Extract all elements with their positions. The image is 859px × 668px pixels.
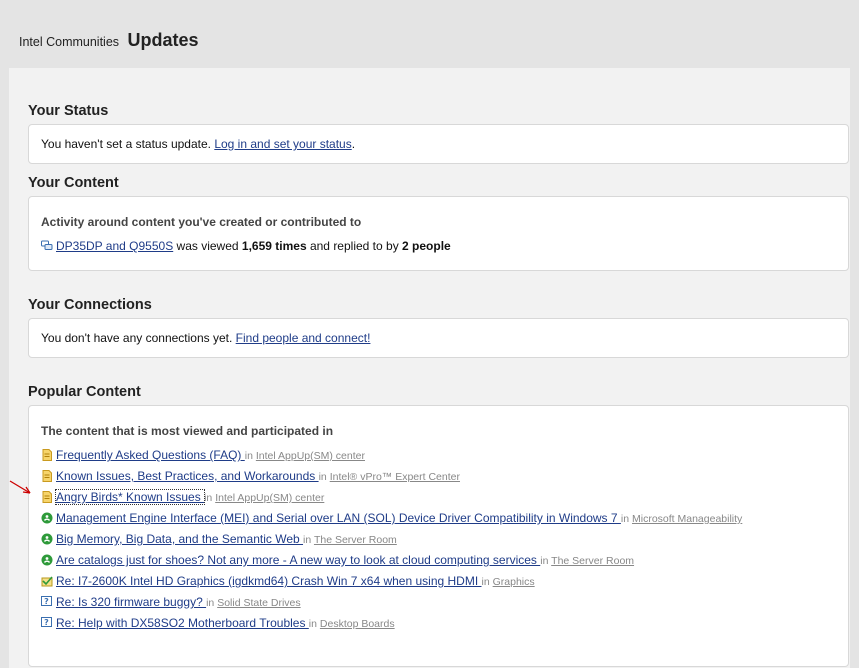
blog-icon <box>41 512 53 524</box>
popular-box: The content that is most viewed and part… <box>28 405 849 667</box>
content-box: Activity around content you've created o… <box>28 196 849 271</box>
content-views: 1,659 times <box>241 239 307 253</box>
main-panel: Your Status You haven't set a status upd… <box>9 68 850 668</box>
popular-subheading: The content that is most viewed and part… <box>41 424 334 438</box>
annotation-arrow-icon <box>9 480 31 494</box>
list-item: Are catalogs just for shoes? Not any mor… <box>41 552 634 568</box>
list-item: Frequently Asked Questions (FAQ) in Inte… <box>41 447 365 463</box>
site-name[interactable]: Intel Communities <box>19 35 119 49</box>
document-icon <box>41 470 53 482</box>
place-link[interactable]: Intel AppUp(SM) center <box>256 450 365 462</box>
place-link[interactable]: Microsoft Manageability <box>632 513 742 525</box>
popular-heading: Popular Content <box>28 384 141 400</box>
popular-item-place: in The Server Room <box>303 534 397 546</box>
list-item: Management Engine Interface (MEI) and Se… <box>41 510 742 526</box>
status-heading: Your Status <box>28 103 109 119</box>
popular-item-place: in Solid State Drives <box>206 597 301 609</box>
popular-item-link[interactable]: Known Issues, Best Practices, and Workar… <box>56 469 319 483</box>
blog-icon <box>41 533 53 545</box>
content-heading: Your Content <box>28 175 119 191</box>
content-subheading: Activity around content you've created o… <box>41 215 362 229</box>
list-item: ? Re: Help with DX58SO2 Motherboard Troub… <box>41 615 395 631</box>
popular-item-place: in Graphics <box>481 576 535 588</box>
popular-item-place: in Intel AppUp(SM) center <box>244 450 365 462</box>
popular-item-link[interactable]: Frequently Asked Questions (FAQ) <box>56 448 245 462</box>
connections-heading: Your Connections <box>28 297 152 313</box>
content-item-link[interactable]: DP35DP and Q9550S <box>56 239 173 253</box>
connections-text: You don't have any connections yet. <box>41 331 236 345</box>
document-icon <box>41 491 53 503</box>
status-suffix: . <box>351 137 356 151</box>
discussion-icon <box>41 240 53 252</box>
find-people-link[interactable]: Find people and connect! <box>236 331 371 345</box>
status-text: You haven't set a status update. <box>41 137 215 151</box>
popular-item-place: in Desktop Boards <box>308 618 395 630</box>
popular-item-link[interactable]: Big Memory, Big Data, and the Semantic W… <box>56 532 303 546</box>
content-item: DP35DP and Q9550S was viewed 1,659 times… <box>41 239 451 253</box>
list-item: ? Re: Is 320 firmware buggy? in Solid Sta… <box>41 594 301 610</box>
popular-item-link[interactable]: Re: Is 320 firmware buggy? <box>56 595 206 609</box>
place-link[interactable]: The Server Room <box>314 534 397 546</box>
place-link[interactable]: Solid State Drives <box>217 597 300 609</box>
question-icon: ? <box>41 617 53 629</box>
content-people: 2 people <box>402 239 451 253</box>
page-title: Updates <box>127 30 199 50</box>
content-item-text1: was viewed <box>173 239 242 253</box>
place-link[interactable]: The Server Room <box>551 555 634 567</box>
popular-item-link[interactable]: Are catalogs just for shoes? Not any mor… <box>56 553 540 567</box>
popular-item-link[interactable]: Management Engine Interface (MEI) and Se… <box>56 511 621 525</box>
list-item: Big Memory, Big Data, and the Semantic W… <box>41 531 397 547</box>
connections-line: You don't have any connections yet. Find… <box>41 331 370 345</box>
answered-question-icon <box>41 575 53 587</box>
list-item: Known Issues, Best Practices, and Workar… <box>41 468 460 484</box>
blog-icon <box>41 554 53 566</box>
document-icon <box>41 449 53 461</box>
popular-item-link[interactable]: Angry Birds* Known Issues <box>54 489 206 505</box>
page-header: Intel Communities Updates <box>19 30 199 54</box>
popular-item-place: in Intel AppUp(SM) center <box>204 492 325 504</box>
place-link[interactable]: Intel AppUp(SM) center <box>215 492 324 504</box>
place-link[interactable]: Desktop Boards <box>320 618 395 630</box>
popular-item-place: in The Server Room <box>540 555 635 567</box>
place-link[interactable]: Graphics <box>493 576 535 588</box>
status-box: You haven't set a status update. Log in … <box>28 124 849 164</box>
list-item: Re: I7-2600K Intel HD Graphics (igdkmd64… <box>41 573 535 589</box>
popular-item-link[interactable]: Re: I7-2600K Intel HD Graphics (igdkmd64… <box>56 574 482 588</box>
popular-item-place: in Intel® vPro™ Expert Center <box>318 471 460 483</box>
content-item-text2: and replied to by <box>306 239 403 253</box>
popular-item-link[interactable]: Re: Help with DX58SO2 Motherboard Troubl… <box>56 616 309 630</box>
status-line: You haven't set a status update. Log in … <box>41 137 355 151</box>
popular-item-place: in Microsoft Manageability <box>620 513 743 525</box>
login-set-status-link[interactable]: Log in and set your status <box>214 137 351 151</box>
svg-text:?: ? <box>44 618 49 627</box>
place-link[interactable]: Intel® vPro™ Expert Center <box>330 471 460 483</box>
svg-text:?: ? <box>44 597 49 606</box>
list-item: Angry Birds* Known Issues in Intel AppUp… <box>41 489 324 505</box>
question-icon: ? <box>41 596 53 608</box>
connections-box: You don't have any connections yet. Find… <box>28 318 849 358</box>
